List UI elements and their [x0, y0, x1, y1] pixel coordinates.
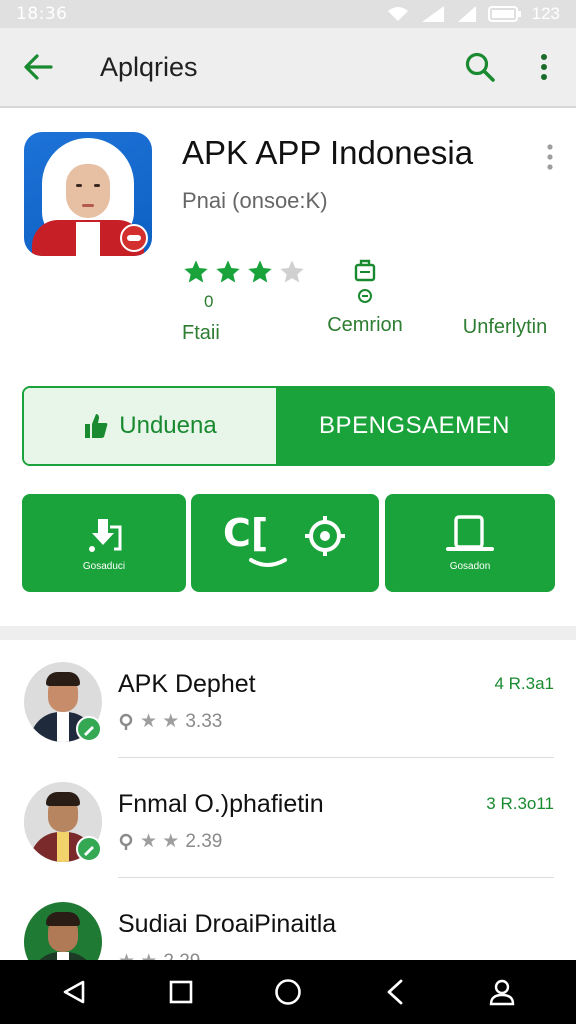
- list-item[interactable]: Fnmal O.)phafietin ★ ★ 2.39 3 R.3o11: [0, 760, 576, 878]
- tile-download[interactable]: Gosaduci: [22, 494, 186, 592]
- status-icons: 123: [386, 4, 560, 24]
- list-item-rating: 3.33: [185, 710, 223, 732]
- person-icon: [490, 979, 515, 1006]
- list-separator: [118, 877, 554, 878]
- nav-chevron-button[interactable]: [363, 960, 427, 1024]
- tile-download-label: Gosaduci: [82, 560, 126, 572]
- tile-device[interactable]: Gosadon: [385, 494, 555, 592]
- list-item-rating: 2.39: [185, 830, 223, 852]
- app-name: APK APP Indonesia: [182, 134, 474, 171]
- pin-icon: [119, 713, 133, 730]
- nav-back-button[interactable]: [42, 960, 106, 1024]
- triangle-back-icon: [63, 980, 84, 1004]
- list-item-rating: 2.29: [163, 951, 200, 961]
- download-button[interactable]: Unduena: [24, 388, 276, 464]
- app-icon: [24, 132, 152, 256]
- tile-settings[interactable]: C[: [191, 494, 379, 592]
- rating-label: Ftaii: [182, 322, 220, 344]
- tile-device-label: Gosadon: [449, 560, 491, 572]
- status-time: 18:36: [16, 4, 68, 24]
- list-item-title: APK Dephet: [118, 670, 256, 698]
- star-icon: ★ ★: [140, 711, 180, 732]
- share-icon: [89, 518, 122, 552]
- back-button[interactable]: [0, 27, 76, 107]
- list-item-meta: ★ ★ 2.39: [118, 830, 222, 853]
- star-icon: [248, 260, 272, 283]
- content-label: Cemrion: [327, 314, 403, 336]
- pin-icon: [119, 833, 133, 850]
- content-stat: Cemrion: [300, 258, 430, 337]
- battery-icon: [487, 6, 521, 22]
- edit-badge-icon: [76, 716, 102, 742]
- nav-account-button[interactable]: [470, 960, 534, 1024]
- battery-level: 123: [531, 4, 560, 23]
- avatar: [24, 662, 102, 742]
- download-label: Unduena: [119, 412, 217, 439]
- share-label: BPENGSAEMEN: [319, 412, 510, 439]
- action-row: Unduena BPENGSAEMEN: [22, 386, 555, 466]
- app-bar: Aplqries: [0, 28, 576, 108]
- star-icon: [216, 260, 240, 283]
- list-item[interactable]: APK Dephet ★ ★ 3.33 4 R.3a1: [0, 640, 576, 758]
- wifi-icon: [387, 7, 408, 21]
- device-icon: [446, 514, 494, 551]
- list-item-right: 4 R.3a1: [494, 674, 554, 693]
- edit-badge-icon: [76, 836, 102, 862]
- game-badge-icon: [120, 224, 148, 252]
- page-title: Aplqries: [100, 51, 198, 82]
- briefcase-icon: [354, 259, 376, 282]
- list-item-meta: ★ ★ 2.29: [118, 950, 200, 961]
- avatar: [24, 782, 102, 862]
- signal-icon-2: [457, 6, 476, 22]
- status-bar: 18:36 123: [0, 0, 576, 28]
- nav-home-button[interactable]: [256, 960, 320, 1024]
- back-arrow-icon: [24, 54, 53, 80]
- rating-stat: 0 Ftaii: [182, 258, 312, 345]
- list-item-meta: ★ ★ 3.33: [118, 710, 222, 733]
- developer-stat: Unferlytin: [440, 258, 570, 339]
- list-item-title: Fnmal O.)phafietin: [118, 790, 324, 818]
- settings-icon: C[: [223, 511, 345, 567]
- developer-label: Unferlytin: [462, 316, 548, 338]
- star-icon: ★ ★: [118, 950, 157, 960]
- share-button[interactable]: BPENGSAEMEN: [276, 388, 553, 464]
- chevron-left-icon: [387, 979, 403, 1005]
- app-header: APK APP Indonesia Pnai (onsoe:K) 0 Ftaii…: [0, 110, 576, 626]
- list-item[interactable]: Sudiai DroaiPinaitla ★ ★ 2.29: [0, 880, 576, 960]
- list-separator: [118, 757, 554, 758]
- svg-text:C[: C[: [223, 511, 268, 555]
- circle-home-icon: [275, 979, 301, 1005]
- star-icon: [184, 260, 208, 283]
- signal-icon: [421, 6, 444, 22]
- overflow-menu-button[interactable]: [512, 27, 576, 107]
- star-icon: ★ ★: [140, 831, 180, 852]
- rating-value: 0: [204, 292, 214, 311]
- list-item-right: 3 R.3o11: [486, 794, 554, 813]
- header-overflow-button[interactable]: [538, 140, 562, 174]
- related-apps-list: APK Dephet ★ ★ 3.33 4 R.3a1 Fnmal O.)pha…: [0, 640, 576, 960]
- developer-name[interactable]: Pnai (onsoe:K): [182, 188, 328, 214]
- overflow-menu-icon: [541, 54, 547, 80]
- search-icon: [465, 52, 495, 82]
- thumbs-up-icon: [85, 414, 108, 438]
- content-rating-icon: [358, 289, 372, 303]
- navigation-bar: [0, 960, 576, 1024]
- nav-recents-button[interactable]: [149, 960, 213, 1024]
- overflow-menu-icon: [547, 144, 553, 170]
- search-button[interactable]: [448, 27, 512, 107]
- list-item-title: Sudiai DroaiPinaitla: [118, 910, 337, 938]
- section-divider: [0, 626, 576, 640]
- square-recents-icon: [169, 980, 193, 1004]
- rating-stars: [182, 258, 306, 286]
- avatar: [24, 902, 102, 960]
